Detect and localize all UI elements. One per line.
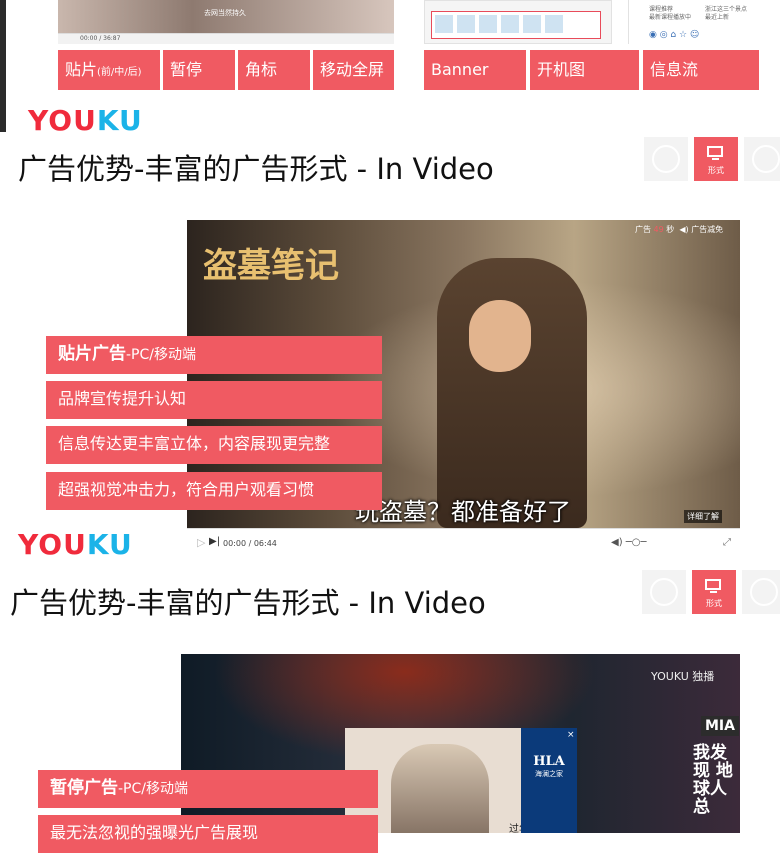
overlay-heading: 贴片广告-PC/移动端 [46, 336, 382, 374]
btn-preroll-small: (前/中/后) [97, 67, 142, 78]
btn-splash[interactable]: 开机图 [530, 50, 639, 90]
hla-name: 海澜之家 [535, 770, 563, 778]
video-control-bar: 00:00 / 36:87 [58, 33, 394, 44]
btn-banner[interactable]: Banner [424, 50, 526, 90]
btn-mobile-fullscreen[interactable]: 移动全屏 [313, 50, 394, 90]
overlay-item: 超强视觉冲击力，符合用户观看习惯 [46, 472, 382, 510]
nav-icon-right[interactable] [744, 137, 780, 181]
btn-preroll-label: 贴片 [65, 60, 98, 79]
video-time: 00:00 / 36:87 [80, 35, 121, 42]
nav-icon-left[interactable] [642, 570, 686, 614]
overlay-heading: 暂停广告-PC/移动端 [38, 770, 378, 808]
next-icon[interactable]: ▶| [209, 536, 220, 547]
btn-feed[interactable]: 信息流 [643, 50, 759, 90]
learn-more-button[interactable]: 详细了解 [684, 510, 722, 523]
screen-icon [705, 579, 721, 590]
close-icon[interactable]: × [567, 730, 575, 740]
section-title: 广告优势-丰富的广告形式 - In Video [18, 152, 494, 186]
left-edge-bar [0, 0, 6, 132]
hla-logo: HLA [533, 754, 565, 769]
volume-icon[interactable]: ◀) ─○─ [611, 537, 647, 548]
ad-models [391, 744, 489, 833]
btn-corner[interactable]: 角标 [238, 50, 310, 90]
overlay-item: 最无法忽视的强曝光广告展现 [38, 815, 378, 853]
btn-preroll[interactable]: 贴片(前/中/后) [58, 50, 160, 90]
actor-face [469, 300, 531, 372]
nav-icon-format[interactable]: 形式 [694, 137, 738, 181]
show-title: 盗墓笔记 [203, 246, 339, 286]
player-control-bar[interactable]: ▷ ▶| 00:00 / 06:44 ◀) ─○─ ⤢ [187, 528, 740, 556]
hla-brand-panel: HLA 海澜之家 [521, 728, 577, 833]
actor-figure [437, 258, 587, 528]
pc-video-preview: 去网当然持久 00:00 / 36:87 [58, 0, 394, 44]
show-side-text: 我发现 地球人总 [693, 743, 733, 817]
nav-icon-label: 形式 [708, 166, 724, 175]
nav-icon-label: 形式 [706, 599, 722, 608]
phone-text-3: 最新课程播放中 [649, 14, 692, 21]
video-subtitle: 去网当然持久 [204, 9, 246, 17]
section-title: 广告优势-丰富的广告形式 - In Video [10, 586, 486, 620]
video-caption: 玩盗墓？都准备好了 [355, 498, 571, 526]
nav-icon-format[interactable]: 形式 [692, 570, 736, 614]
btn-pause[interactable]: 暂停 [163, 50, 235, 90]
nav-icon-left[interactable] [644, 137, 688, 181]
mobile-preview: 课程推荐 浙江这三个景点 最新课程播放中 最近上新 ◉ ◎ ⌂ ☆ ☺ [628, 0, 761, 44]
youku-exclusive-badge: YOUKU 独播 [651, 670, 715, 683]
overlay-item: 品牌宣传提升认知 [46, 381, 382, 419]
screen-icon [707, 146, 723, 157]
youku-logo: YOUKU [18, 528, 133, 561]
nav-icon-right[interactable] [742, 570, 780, 614]
fullscreen-icon[interactable]: ⤢ [723, 537, 731, 548]
phone-nav-icons: ◉ ◎ ⌂ ☆ ☺ [649, 30, 700, 40]
overlay-item: 信息传达更丰富立体，内容展现更完整 [46, 426, 382, 464]
pause-ad-popup[interactable]: 过年回家 HLA 海澜之家 × [345, 728, 577, 833]
banner-row [431, 11, 601, 39]
play-icon[interactable]: ▷ [197, 536, 205, 549]
show-badge: MIA [701, 716, 739, 736]
app-preview [424, 0, 612, 44]
phone-text-4: 最近上新 [705, 14, 730, 21]
ad-countdown: 广告 49 秒 ◀) 广告减免 [635, 225, 724, 234]
youku-logo: YOUKU [28, 104, 143, 137]
player-time: 00:00 / 06:44 [223, 539, 277, 548]
